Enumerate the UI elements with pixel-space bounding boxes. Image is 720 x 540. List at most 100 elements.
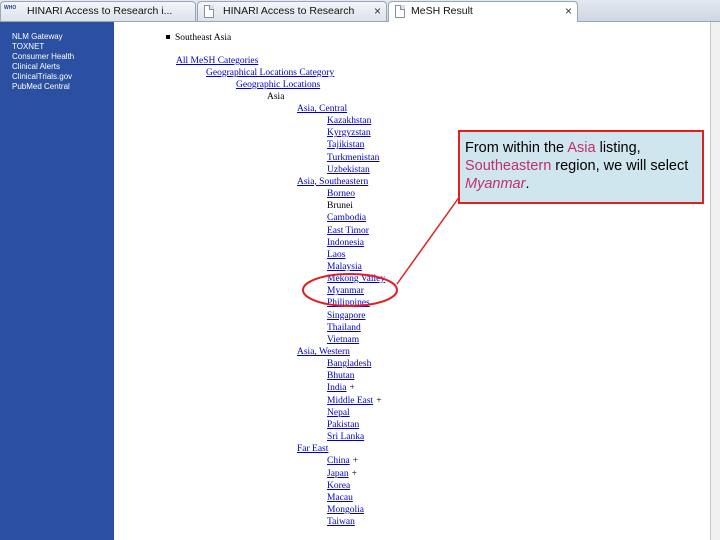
- scrollbar[interactable]: [710, 22, 720, 540]
- tree-item-link[interactable]: Macau: [327, 493, 353, 503]
- tree-item-link[interactable]: China: [327, 456, 350, 466]
- tree-item-row: Korea: [327, 480, 350, 492]
- link-all-mesh-categories[interactable]: All MeSH Categories: [176, 56, 258, 66]
- tree-item-link[interactable]: Mekong Valley: [327, 274, 385, 284]
- tree-item-link[interactable]: Mongolia: [327, 505, 364, 515]
- callout-box: From within the Asia listing, Southeaste…: [458, 130, 704, 204]
- tree-item-row: Cambodia: [327, 212, 366, 224]
- tree-item-link[interactable]: Pakistan: [327, 420, 359, 430]
- close-tab-icon[interactable]: ×: [565, 2, 572, 21]
- tree-group-link[interactable]: Asia, Western: [297, 347, 350, 357]
- tree-item-row: Kazakhstan: [327, 115, 371, 127]
- tree-item-suffix: +: [349, 383, 355, 394]
- tree-item-row: Singapore: [327, 310, 366, 322]
- tree-group-row: Far East: [297, 443, 328, 455]
- sidebar-item-clinical-alerts[interactable]: Clinical Alerts: [12, 62, 114, 72]
- tree-item-row: Macau: [327, 492, 353, 504]
- tree-item-link[interactable]: Malaysia: [327, 262, 362, 272]
- tree-item-link[interactable]: Tajikistan: [327, 140, 364, 150]
- callout-highlight-asia: Asia: [567, 140, 596, 156]
- tree-item-link[interactable]: Korea: [327, 481, 350, 491]
- tree-item-link[interactable]: Middle East: [327, 396, 373, 406]
- tree-item-link[interactable]: Japan: [327, 469, 349, 479]
- tree-item-row: East Timor: [327, 225, 369, 237]
- tree-item-row: Kyrgyzstan: [327, 127, 371, 139]
- tree-heading-row: Southeast Asia: [166, 32, 231, 44]
- link-geographic-locations[interactable]: Geographic Locations: [236, 80, 320, 90]
- sidebar-item-pubmed-central[interactable]: PubMed Central: [12, 82, 114, 92]
- tab-mesh-result[interactable]: MeSH Result ×: [388, 1, 578, 22]
- tree-item-row: Bhutan: [327, 370, 354, 382]
- document-icon: [395, 5, 405, 18]
- tree-item-link[interactable]: Bangladesh: [327, 359, 371, 369]
- tab-label: HINARI Access to Research: [223, 5, 355, 17]
- tree-item-row: Borneo: [327, 188, 355, 200]
- tree-group-link[interactable]: Asia, Central: [297, 104, 347, 114]
- browser-tab-bar: WHO HINARI Access to Research i... HINAR…: [0, 0, 720, 22]
- tree-item-suffix: +: [351, 468, 357, 479]
- tree-item-row: Thailand: [327, 322, 361, 334]
- tree-item-link[interactable]: Nepal: [327, 408, 350, 418]
- tree-item-row: Bangladesh: [327, 358, 371, 370]
- tree-item-row: Uzbekistan: [327, 164, 370, 176]
- callout-text: region, we will select: [551, 158, 689, 174]
- tree-item-row: Tajikistan: [327, 139, 364, 151]
- tree-item-row: Middle East +: [327, 395, 382, 407]
- callout-highlight-country: Myanmar: [465, 176, 526, 192]
- tree-group-row: Asia, Western: [297, 346, 350, 358]
- tree-item-row: Myanmar: [327, 285, 364, 297]
- tree-item-suffix: +: [376, 395, 382, 406]
- tree-item-link[interactable]: Myanmar: [327, 286, 364, 296]
- tree-item-link[interactable]: India: [327, 383, 347, 393]
- page-heading: Southeast Asia: [175, 33, 232, 43]
- tree-item-link[interactable]: Taiwan: [327, 517, 355, 527]
- tree-item-link[interactable]: Kazakhstan: [327, 116, 371, 126]
- tree-item-link[interactable]: Kyrgyzstan: [327, 128, 371, 138]
- tree-item-link[interactable]: Borneo: [327, 189, 355, 199]
- sidebar-item-clinicaltrials[interactable]: ClinicalTrials.gov: [12, 72, 114, 82]
- tab-label: MeSH Result: [411, 5, 473, 17]
- tree-item-link[interactable]: Singapore: [327, 311, 366, 321]
- tab-hinari-1[interactable]: WHO HINARI Access to Research i...: [0, 1, 196, 21]
- document-icon: [204, 5, 214, 18]
- tree-item-row: Indonesia: [327, 237, 364, 249]
- sidebar-item-consumer-health[interactable]: Consumer Health: [12, 52, 114, 62]
- tree-item-link[interactable]: Uzbekistan: [327, 165, 370, 175]
- tree-item-link[interactable]: Thailand: [327, 323, 361, 333]
- main-content: Southeast Asia All MeSH Categories Geogr…: [114, 22, 710, 540]
- tree-group-row: Asia, Southeastern: [297, 176, 368, 188]
- bullet-icon: [166, 34, 170, 39]
- tree-item-link[interactable]: Vietnam: [327, 335, 359, 345]
- tree-item-row: Nepal: [327, 407, 350, 419]
- tree-item-row: Vietnam: [327, 334, 359, 346]
- tree-item-link[interactable]: Cambodia: [327, 213, 366, 223]
- tree-item-link[interactable]: Laos: [327, 250, 345, 260]
- tree-item-link: Brunei: [327, 201, 353, 212]
- left-sidebar: NLM Gateway TOXNET Consumer Health Clini…: [0, 22, 114, 540]
- tree-item-row: China +: [327, 455, 358, 467]
- who-logo-icon: WHO: [4, 5, 17, 11]
- tree-item-row: Pakistan: [327, 419, 359, 431]
- tree-item-link[interactable]: Indonesia: [327, 238, 364, 248]
- tree-item-row: Laos: [327, 249, 345, 261]
- tree-item-row: Malaysia: [327, 261, 362, 273]
- tree-item-link[interactable]: East Timor: [327, 226, 369, 236]
- tree-group-link[interactable]: Asia, Southeastern: [297, 177, 368, 187]
- tab-label: HINARI Access to Research i...: [27, 5, 173, 17]
- tree-item-link[interactable]: Philippines: [327, 298, 370, 308]
- tree-item-row: Mongolia: [327, 504, 364, 516]
- tree-item-link[interactable]: Sri Lanka: [327, 432, 364, 442]
- tree-item-row: Philippines: [327, 297, 370, 309]
- link-geo-category[interactable]: Geographical Locations Category: [206, 68, 334, 78]
- close-tab-icon[interactable]: ×: [374, 2, 381, 21]
- sidebar-item-toxnet[interactable]: TOXNET: [12, 42, 114, 52]
- tree-item-link[interactable]: Bhutan: [327, 371, 354, 381]
- tree-group-link[interactable]: Far East: [297, 444, 328, 454]
- sidebar-item-nlm-gateway[interactable]: NLM Gateway: [12, 32, 114, 42]
- tree-node-asia: Asia: [267, 92, 285, 102]
- tab-hinari-2[interactable]: HINARI Access to Research ×: [197, 1, 387, 21]
- tree-item-row: Mekong Valley: [327, 273, 385, 285]
- tree-item-link[interactable]: Turkmenistan: [327, 153, 379, 163]
- tree-item-row: Sri Lanka: [327, 431, 364, 443]
- tree-item-row: Turkmenistan: [327, 152, 379, 164]
